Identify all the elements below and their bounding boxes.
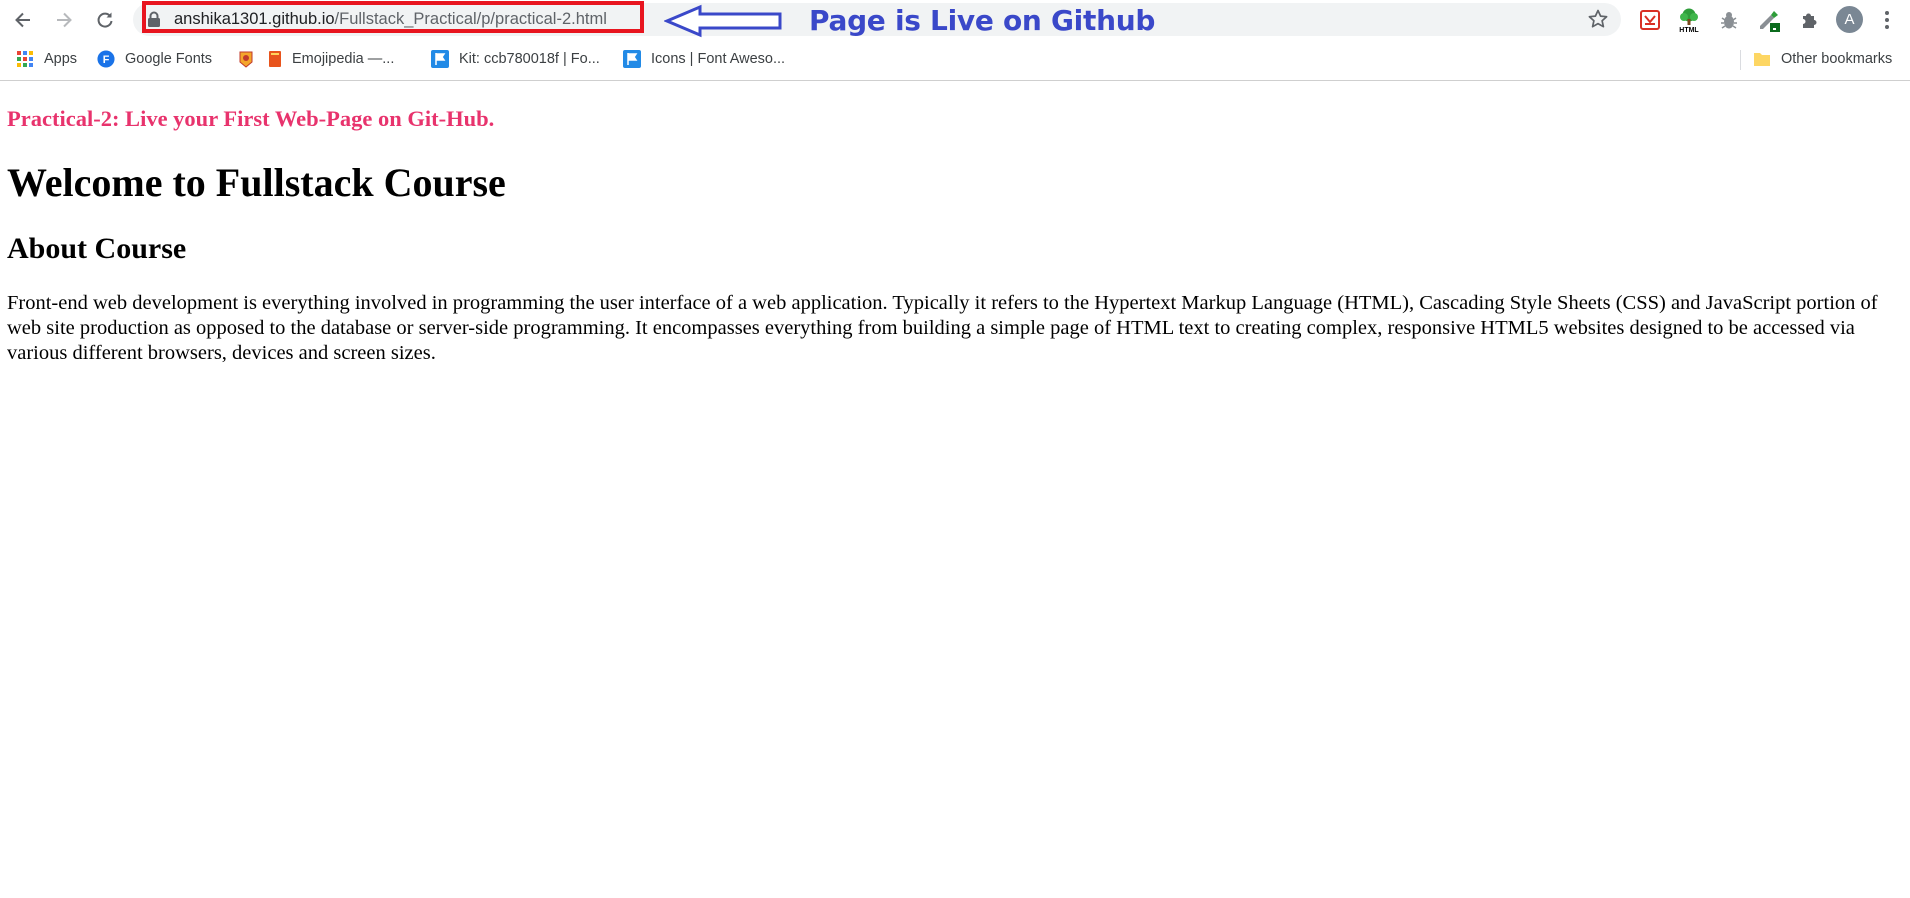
page-heading: Welcome to Fullstack Course (7, 160, 506, 205)
bookmark-emojipedia[interactable]: Emojipedia —... (268, 47, 394, 71)
practical-title: Practical-2: Live your First Web-Page on… (7, 106, 495, 131)
bookmark-google-fonts[interactable]: F Google Fonts (97, 47, 212, 71)
reload-icon (97, 12, 113, 28)
pdf-icon (1640, 10, 1660, 30)
bookmark-favicon[interactable] (237, 47, 255, 71)
svg-text:HTML: HTML (1679, 27, 1699, 33)
google-fonts-icon: F (97, 50, 115, 68)
pdf-extension-button[interactable] (1636, 6, 1664, 34)
forward-button[interactable] (50, 6, 78, 34)
bookmark-kit[interactable]: Kit: ccb780018f | Fo... (431, 47, 600, 71)
emojipedia-icon (268, 50, 282, 68)
lock-icon[interactable] (147, 11, 161, 27)
eyedropper-extension-button[interactable] (1755, 6, 1783, 34)
url-host: anshika1301.github.io (174, 10, 335, 28)
bookmarks-bar: Apps F Google Fonts Emojipedia —... Kit:… (0, 40, 1910, 81)
puzzle-icon (1803, 13, 1817, 28)
section-heading: About Course (7, 232, 187, 265)
bookmark-label: Kit: ccb780018f | Fo... (459, 51, 600, 67)
bookmark-label: Icons | Font Aweso... (651, 51, 786, 67)
bookmark-label: Apps (44, 51, 78, 67)
url-path: /Fullstack_Practical/p/practical-2.html (334, 10, 607, 28)
bookmark-label: Google Fonts (125, 51, 213, 67)
font-awesome-flag-icon (623, 50, 641, 68)
browser-toolbar: anshika1301.github.io/Fullstack_Practica… (0, 0, 1910, 40)
course-description: Front-end web development is everything … (7, 292, 1878, 364)
bookmark-star-icon[interactable] (1586, 7, 1610, 31)
bookmark-icons-font-awesome[interactable]: Icons | Font Aweso... (623, 47, 785, 71)
bookmark-favicon-icon (237, 50, 255, 68)
font-awesome-flag-icon (431, 50, 449, 68)
annotation-arrow-icon (664, 4, 782, 38)
other-bookmarks[interactable]: Other bookmarks (1753, 47, 1892, 71)
url-text[interactable]: anshika1301.github.io/Fullstack_Practica… (174, 8, 607, 30)
eyedropper-icon (1760, 11, 1780, 32)
bookmark-label: Emojipedia —... (292, 51, 395, 67)
extensions-button[interactable] (1795, 6, 1823, 34)
apps-grid-icon (16, 50, 34, 68)
html-tree-icon: HTML (1679, 8, 1699, 33)
back-button[interactable] (9, 6, 37, 34)
bug-icon (1721, 12, 1737, 29)
bookmark-apps[interactable]: Apps (16, 47, 77, 71)
annotation-label: Page is Live on Github (809, 4, 1156, 37)
folder-icon (1753, 50, 1771, 68)
forward-arrow-icon (57, 12, 72, 28)
bug-extension-button[interactable] (1715, 6, 1743, 34)
back-arrow-icon (15, 12, 30, 28)
more-menu-icon[interactable] (1877, 7, 1897, 33)
html-tree-extension-button[interactable]: HTML (1675, 6, 1703, 34)
reload-button[interactable] (91, 6, 119, 34)
other-bookmarks-label: Other bookmarks (1781, 51, 1893, 67)
svg-text:F: F (103, 54, 110, 66)
profile-avatar[interactable]: A (1836, 6, 1863, 33)
bookmarks-divider (1740, 50, 1741, 70)
